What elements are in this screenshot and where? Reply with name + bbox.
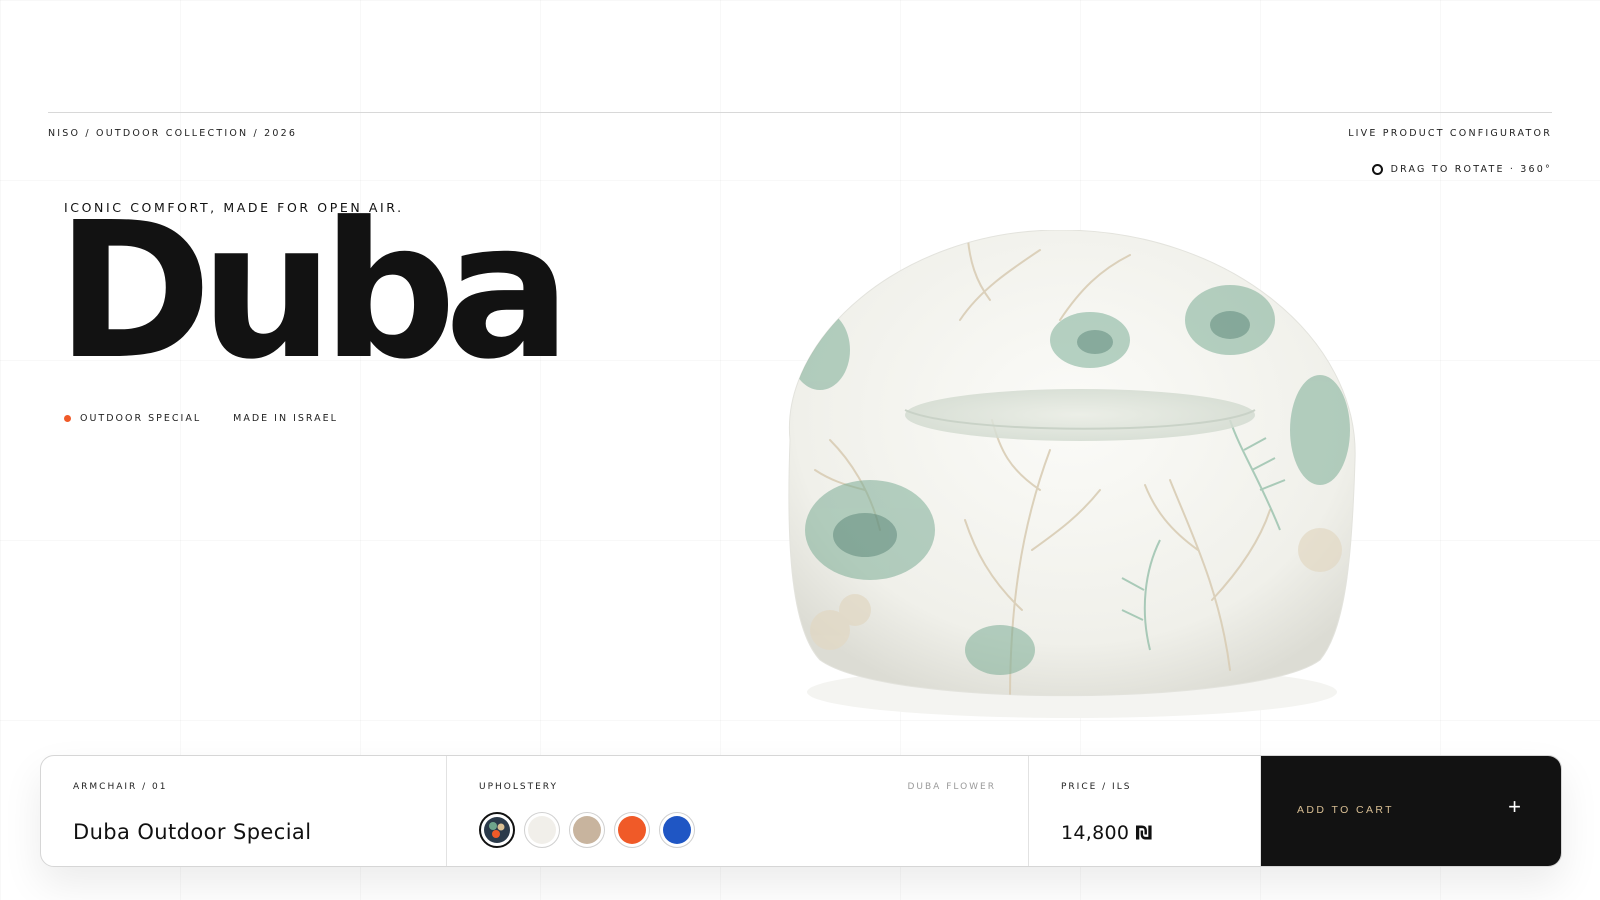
swatch-duba-flower[interactable]: [479, 812, 515, 848]
badge-outdoor: OUTDOOR SPECIAL: [64, 413, 201, 424]
rotate-hint: DRAG TO ROTATE · 360°: [1371, 164, 1552, 175]
upholstery-selector: UPHOLSTERY DUBA FLOWER: [447, 756, 1029, 866]
product-summary: ARMCHAIR / 01 Duba Outdoor Special: [41, 756, 447, 866]
price-label: PRICE / ILS: [1061, 782, 1132, 792]
finish-name: DUBA FLOWER: [907, 782, 996, 792]
page-title: Duba: [56, 182, 571, 401]
product-label: ARMCHAIR / 01: [73, 782, 168, 792]
pattern-swatch-icon: [484, 817, 510, 843]
swatch-white-fill: [528, 816, 556, 844]
add-to-cart-button[interactable]: ADD TO CART +: [1261, 756, 1561, 866]
price-value: 14,800: [1061, 822, 1130, 844]
currency-symbol: ₪: [1135, 822, 1153, 844]
breadcrumb: NISO / OUTDOOR COLLECTION / 2026: [48, 128, 298, 139]
product-3d-viewer[interactable]: [760, 229, 1380, 730]
badge-outdoor-label: OUTDOOR SPECIAL: [80, 413, 202, 424]
rotate-hint-text: DRAG TO ROTATE · 360°: [1390, 164, 1552, 175]
swatch-blue[interactable]: [659, 812, 695, 848]
accent-dot-icon: [64, 415, 71, 422]
product-badges: OUTDOOR SPECIAL MADE IN ISRAEL: [64, 413, 338, 424]
badge-origin-label: MADE IN ISRAEL: [233, 413, 338, 424]
add-to-cart-label: ADD TO CART: [1297, 804, 1394, 816]
armchair-image: [788, 229, 1356, 718]
swatch-sand[interactable]: [569, 812, 605, 848]
swatch-blue-fill: [663, 816, 691, 844]
swatch-sand-fill: [573, 816, 601, 844]
swatch-orange[interactable]: [614, 812, 650, 848]
price-summary: PRICE / ILS 14,800 ₪: [1029, 756, 1261, 866]
configurator-bar: ARMCHAIR / 01 Duba Outdoor Special UPHOL…: [40, 755, 1562, 867]
product-name: Duba Outdoor Special: [73, 820, 312, 844]
upholstery-label: UPHOLSTERY: [479, 782, 558, 792]
header-divider: [48, 112, 1552, 113]
rotate-indicator-icon: [1371, 164, 1383, 175]
price-display: 14,800 ₪: [1061, 822, 1153, 844]
badge-origin: MADE IN ISRAEL: [233, 413, 338, 424]
swatch-orange-fill: [618, 816, 646, 844]
seat-cushion: [905, 389, 1255, 441]
swatch-white[interactable]: [524, 812, 560, 848]
swatch-list: [479, 812, 695, 848]
configurator-label: LIVE PRODUCT CONFIGURATOR: [1348, 128, 1552, 139]
plus-icon: +: [1508, 794, 1521, 819]
